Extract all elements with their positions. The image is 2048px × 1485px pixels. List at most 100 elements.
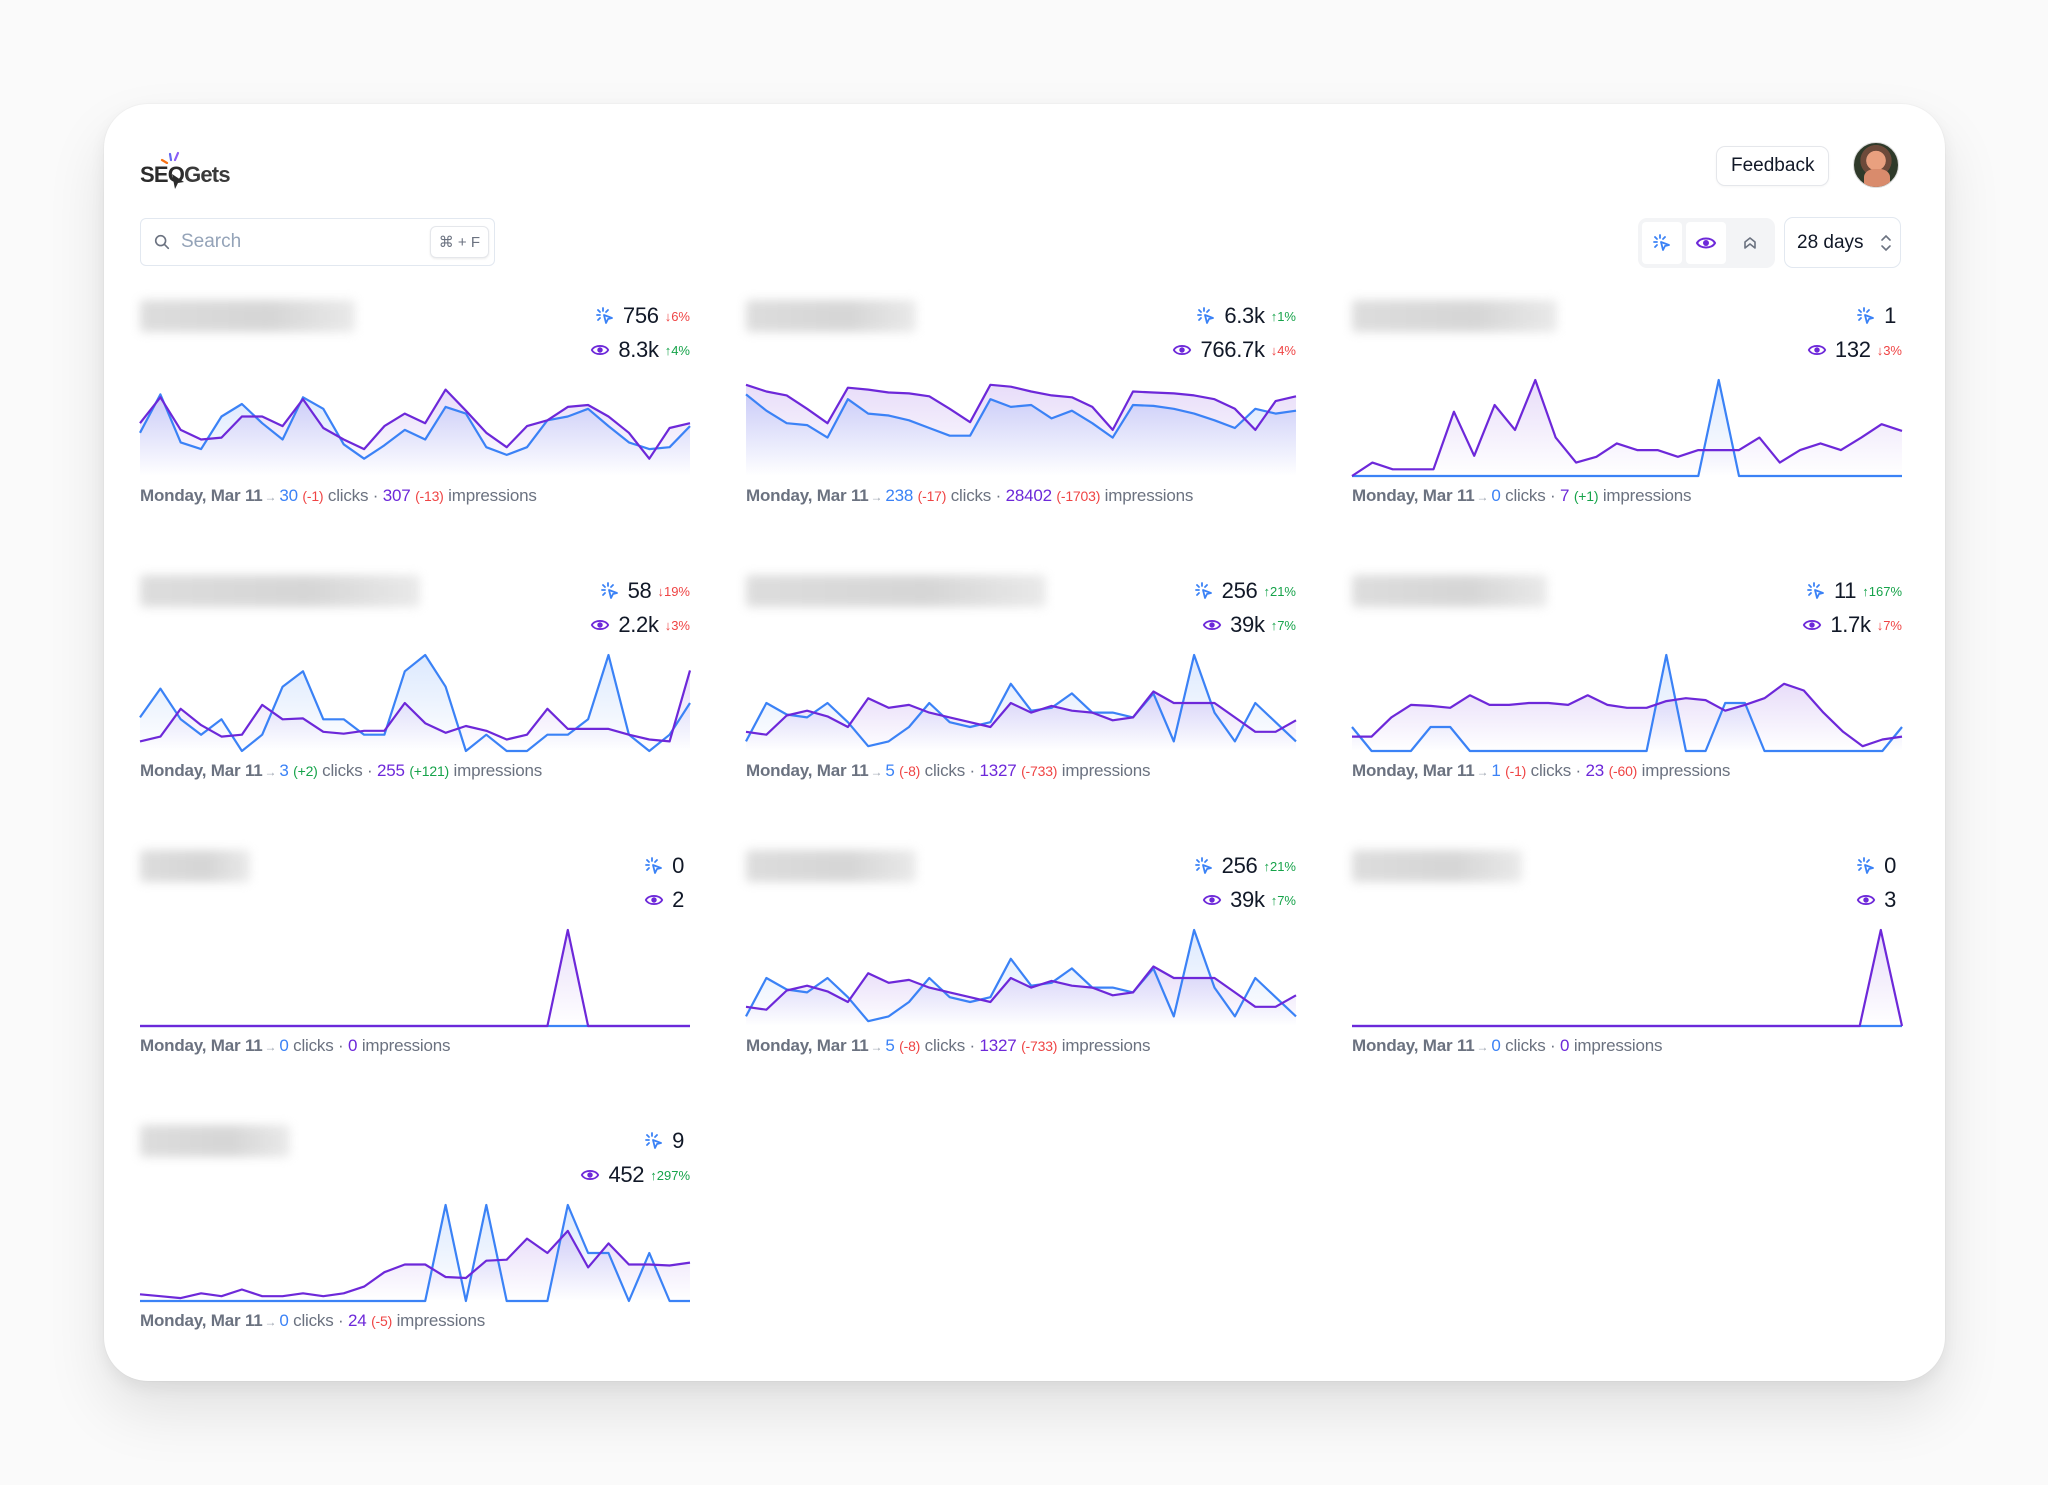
impressions-total: 2 [672,887,684,912]
clicks-total: 256 [1221,578,1258,603]
site-card-7[interactable]: 0 2 Monday, Mar 11 → 0 clicks · 0 impressi… [140,850,690,1110]
card-footer: Monday, Mar 11 → 0 clicks · 7 (+1) impress… [1352,486,1692,506]
site-card-6[interactable]: 11 ↑167% 1.7k ↓7% Monday, Mar 11 → 1 (-1) … [1352,575,1902,835]
site-name-blurred[interactable] [1352,575,1547,607]
impressions-total: 2.2k [618,612,659,637]
clicks-stat: 9 [644,1127,690,1155]
sparkline-chart[interactable] [746,372,1296,484]
footer-clicks-change: (+2) [293,763,318,779]
site-name-blurred[interactable] [1352,850,1522,882]
sparkline-chart[interactable] [140,922,690,1034]
site-name-blurred[interactable] [746,300,916,332]
site-name-blurred[interactable] [746,850,916,882]
click-icon [1653,234,1670,251]
impressions-delta: ↓3% [1876,342,1902,358]
impressions-stat: 766.7k ↓4% [1172,336,1296,364]
toggle-position[interactable] [1730,222,1770,264]
site-card-3[interactable]: 1 132 ↓3% Monday, Mar 11 → 0 clicks · 7 (+… [1352,300,1902,560]
footer-impressions-label: impressions [443,486,537,505]
site-card-9[interactable]: 0 3 Monday, Mar 11 → 0 clicks · 0 impressi… [1352,850,1902,1110]
search-box[interactable]: ⌘ + F [140,218,495,266]
footer-impressions-change: (-1703) [1056,488,1101,504]
footer-clicks-label: clicks · [1505,1036,1561,1055]
arrow-right-icon: → [264,765,277,779]
arrow-right-icon: → [264,1315,277,1329]
clicks-stat: 58 ↓19% [600,577,690,605]
click-icon [645,857,662,874]
site-card-2[interactable]: 6.3k ↑1% 766.7k ↓4% Monday, Mar 11 → 238 (… [746,300,1296,560]
site-card-1[interactable]: 756 ↓6% 8.3k ↑4% Monday, Mar 11 → 30 (-1) … [140,300,690,560]
clicks-delta: ↑21% [1263,858,1296,874]
app-logo[interactable]: SEOGets [140,148,231,189]
app-window: SEOGets Feedback ⌘ + F [104,104,1945,1381]
sparkline-chart[interactable] [1352,372,1902,484]
card-footer: Monday, Mar 11 → 238 (-17) clicks · 28402 … [746,486,1193,506]
footer-impressions-change: (+1) [1573,488,1599,504]
footer-impressions-change: (-733) [1021,1038,1058,1054]
sparkline-chart[interactable] [1352,922,1902,1034]
sparkline-chart[interactable] [1352,647,1902,759]
card-footer: Monday, Mar 11 → 0 clicks · 0 impressions [140,1036,451,1056]
site-card-5[interactable]: 256 ↑21% 39k ↑7% Monday, Mar 11 → 5 (-8) c… [746,575,1296,835]
sparkline-chart[interactable] [140,1197,690,1309]
arrow-right-icon: → [870,765,883,779]
toggle-clicks[interactable] [1642,222,1682,264]
date-range-value: 28 days [1797,231,1864,253]
impressions-delta: ↑7% [1270,892,1296,908]
site-card-10[interactable]: 9 452 ↑297% Monday, Mar 11 → 0 clicks · 24… [140,1125,690,1385]
site-card-4[interactable]: 58 ↓19% 2.2k ↓3% Monday, Mar 11 → 3 (+2) c… [140,575,690,835]
footer-clicks-label: clicks · [293,1311,349,1330]
footer-date: Monday, Mar 11 [746,486,869,505]
footer-impressions-label: impressions [361,1036,451,1055]
footer-clicks-change: (-1) [1505,763,1527,779]
footer-impressions-label: impressions [1057,1036,1151,1055]
date-range-select[interactable]: 28 days [1784,217,1901,268]
clicks-total: 756 [622,303,659,328]
site-name-blurred[interactable] [140,575,420,607]
footer-date: Monday, Mar 11 [140,1036,263,1055]
footer-impressions-change: (-60) [1608,763,1638,779]
footer-clicks-change: (-1) [302,488,324,504]
impressions-delta: ↑4% [664,342,690,358]
footer-date: Monday, Mar 11 [1352,761,1475,780]
footer-clicks: 5 [885,1036,895,1055]
footer-impressions-label: impressions [449,761,543,780]
impressions-delta: ↑297% [650,1167,690,1183]
site-name-blurred[interactable] [140,300,355,332]
sparkline-chart[interactable] [140,372,690,484]
sparkline-chart[interactable] [746,922,1296,1034]
footer-clicks: 1 [1491,761,1501,780]
arrow-right-icon: → [1476,490,1489,504]
footer-date: Monday, Mar 11 [140,1311,263,1330]
clicks-stat: 256 ↑21% [1194,577,1296,605]
sparkline-chart[interactable] [140,647,690,759]
toggle-impressions[interactable] [1686,222,1726,264]
clicks-total: 6.3k [1224,303,1265,328]
site-name-blurred[interactable] [140,850,250,882]
card-footer: Monday, Mar 11 → 5 (-8) clicks · 1327 (-73… [746,761,1150,781]
footer-impressions-label: impressions [1598,486,1692,505]
site-name-blurred[interactable] [1352,300,1557,332]
eye-icon [1856,895,1876,905]
site-name-blurred[interactable] [746,575,1046,607]
card-footer: Monday, Mar 11 → 1 (-1) clicks · 23 (-60) … [1352,761,1730,781]
user-avatar[interactable] [1853,142,1899,188]
site-name-blurred[interactable] [140,1125,290,1157]
site-card-8[interactable]: 256 ↑21% 39k ↑7% Monday, Mar 11 → 5 (-8) c… [746,850,1296,1110]
impressions-area [140,1230,690,1301]
clicks-stat: 6.3k ↑1% [1196,302,1296,330]
footer-impressions-label: impressions [1057,761,1151,780]
impressions-total: 452 [608,1162,645,1187]
footer-clicks-label: clicks · [323,486,383,505]
feedback-button[interactable]: Feedback [1716,146,1830,186]
impressions-delta: ↑7% [1270,617,1296,633]
sparkline-chart[interactable] [746,647,1296,759]
clicks-stat: 11 ↑167% [1806,577,1902,605]
footer-clicks-label: clicks · [920,1036,980,1055]
eye-icon [1173,345,1192,355]
search-input[interactable] [181,231,411,253]
search-icon [154,234,170,250]
click-icon [1857,857,1874,874]
footer-date: Monday, Mar 11 [1352,1036,1475,1055]
click-icon [645,1132,662,1149]
